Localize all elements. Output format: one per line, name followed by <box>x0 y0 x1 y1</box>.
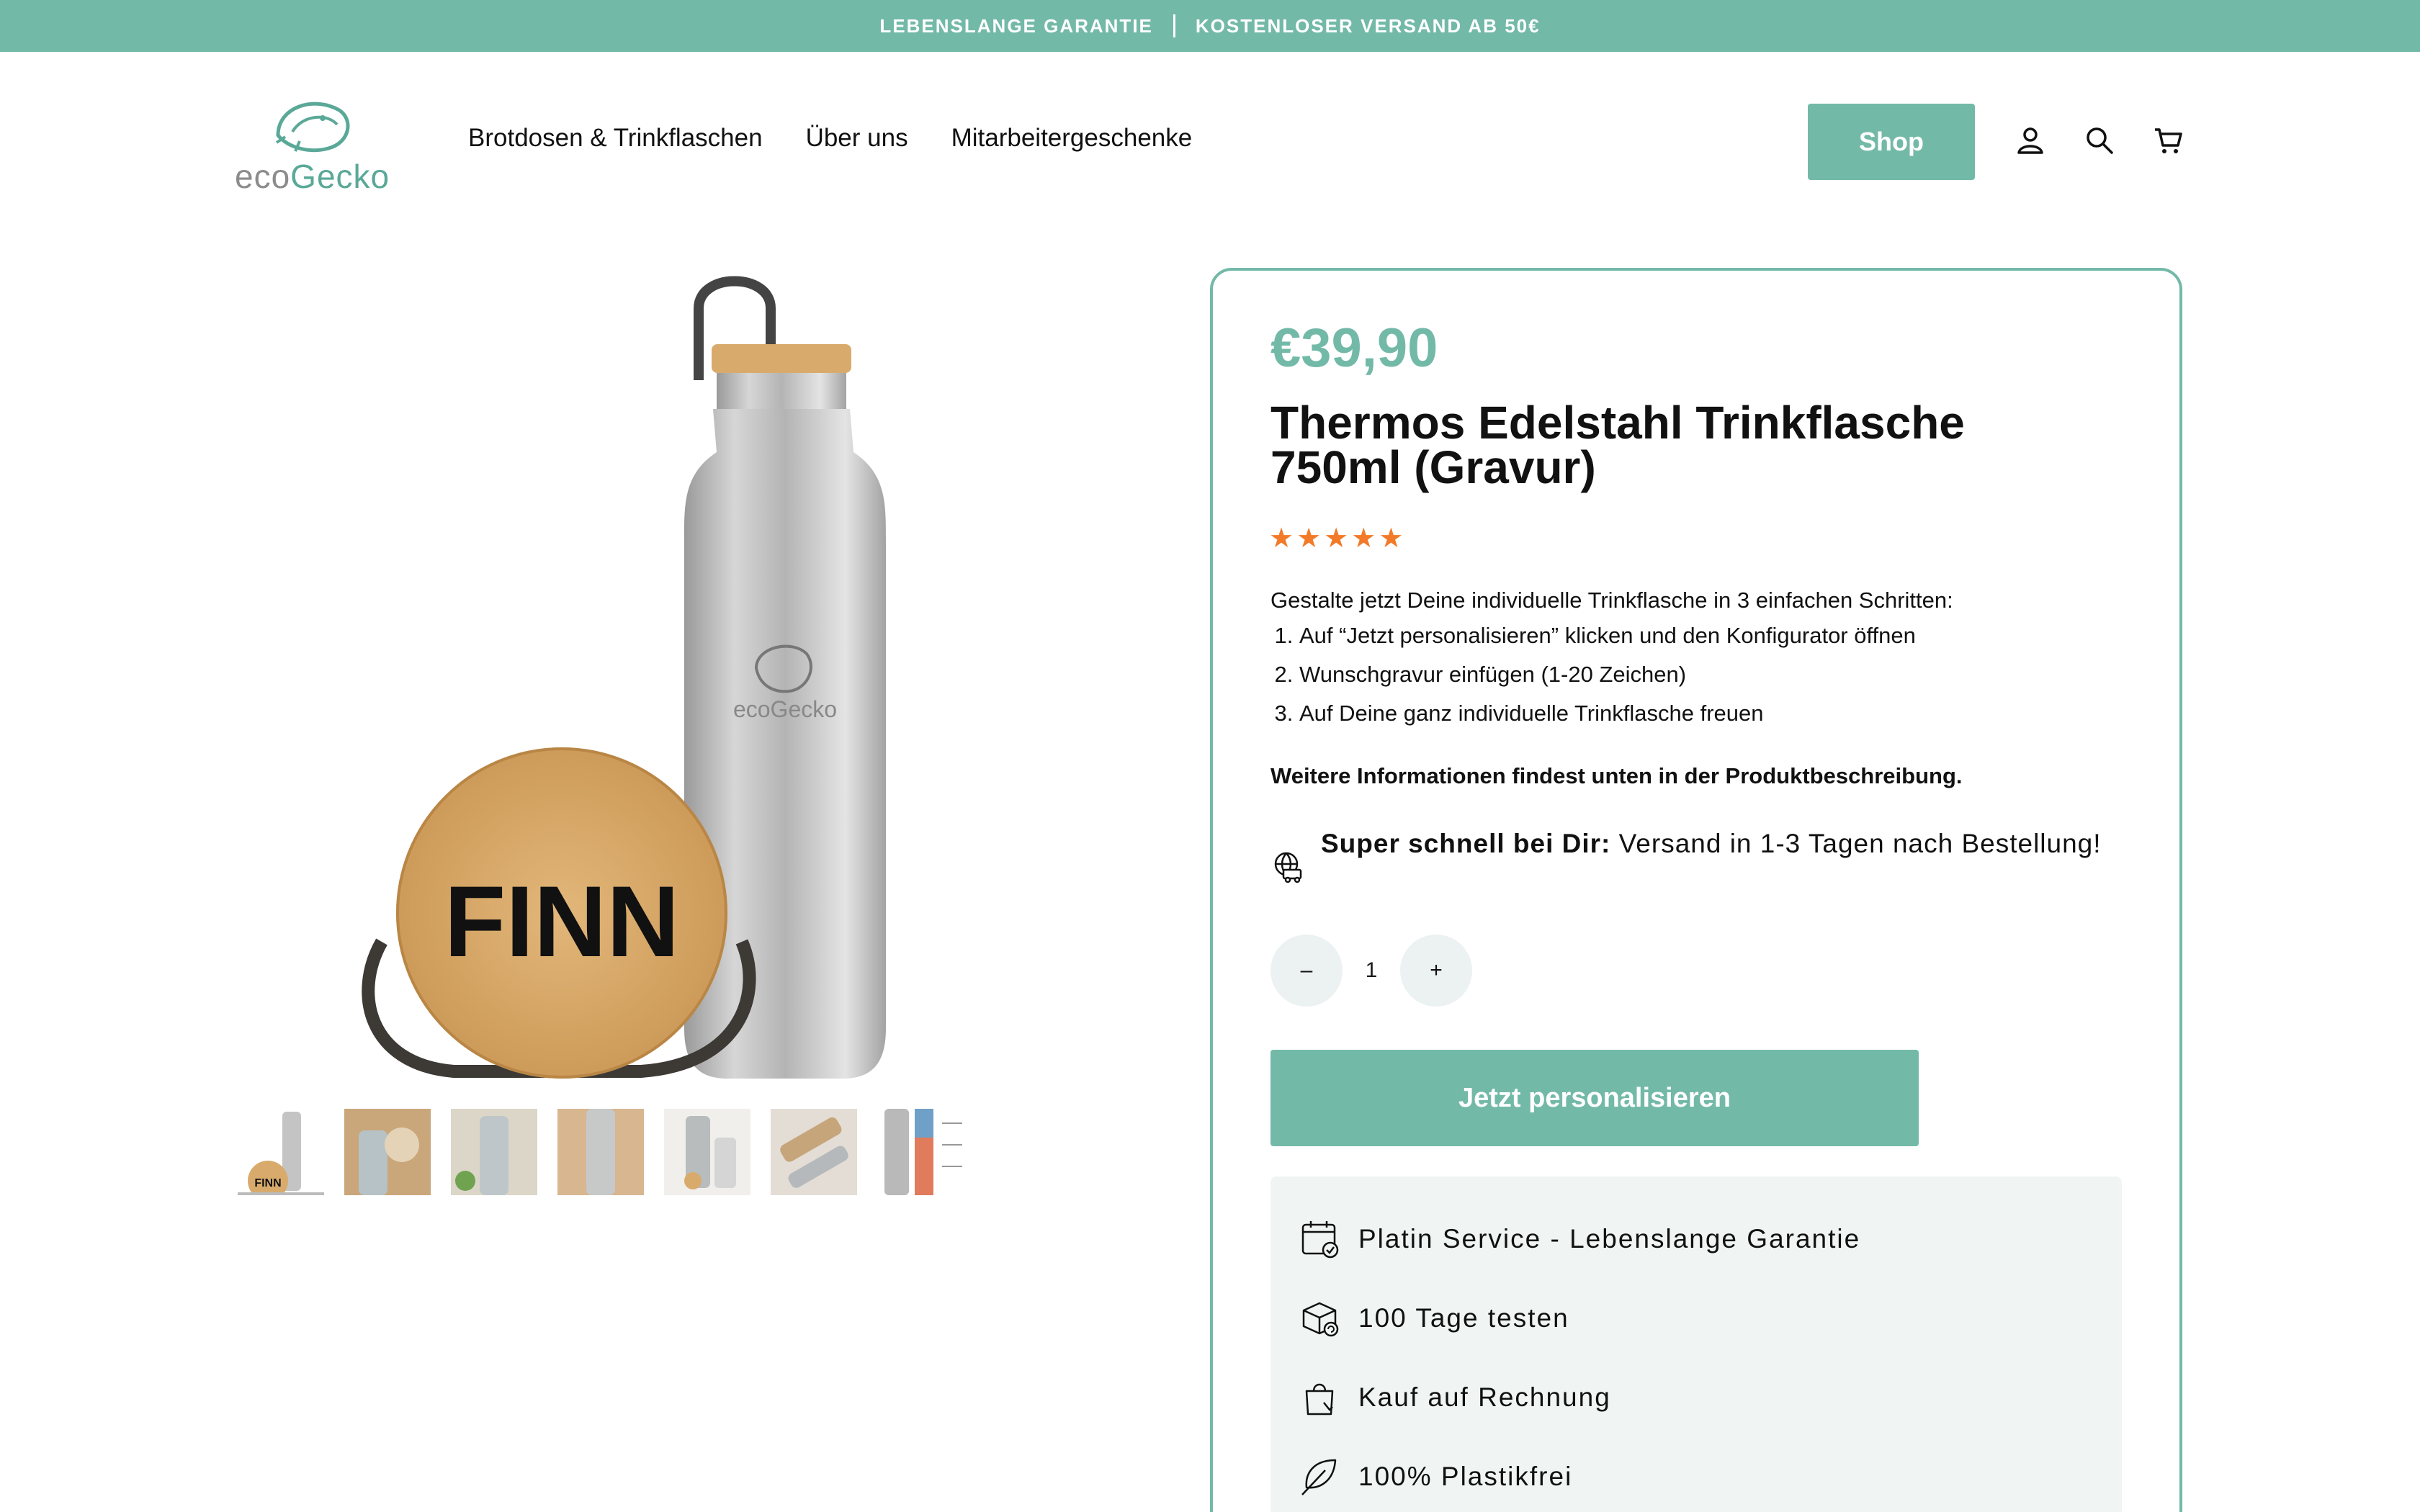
step-3: Auf Deine ganz individuelle Trinkflasche… <box>1299 694 2120 733</box>
feature-plastic-free-label: 100% Plastikfrei <box>1358 1462 1573 1491</box>
shipping-rest: Versand in 1-3 Tagen nach Bestellung! <box>1610 829 2102 858</box>
shipping-text: Super schnell bei Dir: Versand in 1-3 Ta… <box>1321 824 2102 864</box>
svg-text:ecoGecko: ecoGecko <box>733 696 837 722</box>
feature-invoice: Kauf auf Rechnung <box>1299 1377 1611 1418</box>
nav-item-ueber-uns[interactable]: Über uns <box>806 124 908 153</box>
feature-trial: 100 Tage testen <box>1299 1297 1569 1339</box>
brand-gecko: Gecko <box>290 158 390 195</box>
shop-button[interactable]: Shop <box>1808 104 1975 180</box>
nav-item-mitarbeitergeschenke[interactable]: Mitarbeitergeschenke <box>951 124 1193 153</box>
gecko-logo-icon <box>275 102 350 153</box>
thumbnail-6[interactable] <box>771 1109 857 1195</box>
announcement-bar: LEBENSLANGE GARANTIE KOSTENLOSER VERSAND… <box>0 0 2420 52</box>
feature-warranty-label: Platin Service - Lebenslange Garantie <box>1358 1224 1861 1254</box>
feature-warranty: Platin Service - Lebenslange Garantie <box>1299 1218 1860 1260</box>
search-icon[interactable] <box>2083 124 2116 157</box>
star-icon: ★ <box>1379 523 1404 554</box>
nav-item-brotdosen[interactable]: Brotdosen & Trinkflaschen <box>468 124 763 153</box>
star-icon: ★ <box>1351 523 1376 554</box>
delivery-globe-icon <box>1274 852 1302 883</box>
product-main-image[interactable]: ecoGecko FINN <box>339 265 886 1094</box>
features-box: Platin Service - Lebenslange Garantie 10… <box>1270 1176 2122 1512</box>
more-info-text: Weitere Informationen findest unten in d… <box>1270 763 1963 788</box>
product-description: Gestalte jetzt Deine individuelle Trinkf… <box>1270 585 2120 733</box>
brand-wordmark: ecoGecko <box>235 157 390 196</box>
calendar-check-icon <box>1301 1221 1339 1259</box>
thumbnail-4[interactable] <box>557 1109 644 1195</box>
star-icon: ★ <box>1296 523 1322 554</box>
announcement-guarantee: LEBENSLANGE GARANTIE <box>879 14 1153 37</box>
personalize-button[interactable]: Jetzt personalisieren <box>1270 1050 1919 1146</box>
quantity-stepper: – 1 + <box>1270 935 1472 1007</box>
thumbnail-7[interactable] <box>877 1109 964 1195</box>
shipping-info: Super schnell bei Dir: Versand in 1-3 Ta… <box>1270 824 2135 884</box>
product-price: €39,90 <box>1270 318 1438 379</box>
thumbnail-3[interactable] <box>451 1109 537 1195</box>
star-icon: ★ <box>1324 523 1349 554</box>
product-title-line-1: Thermos Edelstahl Trinkflasche <box>1270 397 1965 449</box>
shopping-bag-icon <box>1305 1383 1334 1416</box>
svg-text:FINN: FINN <box>254 1177 281 1189</box>
product-title: Thermos Edelstahl Trinkflasche 750ml (Gr… <box>1270 400 2135 490</box>
star-icon: ★ <box>1269 523 1294 554</box>
description-intro: Gestalte jetzt Deine individuelle Trinkf… <box>1270 588 1953 613</box>
main-nav: Brotdosen & Trinkflaschen Über uns Mitar… <box>468 124 1235 153</box>
thumbnail-1[interactable]: FINN <box>238 1109 324 1195</box>
product-title-line-2: 750ml (Gravur) <box>1270 441 1596 493</box>
qty-increase-button[interactable]: + <box>1400 935 1472 1007</box>
qty-value[interactable]: 1 <box>1343 958 1400 983</box>
rating-stars[interactable]: ★ ★ ★ ★ ★ <box>1269 524 1403 553</box>
step-1: Auf “Jetzt personalisieren” klicken und … <box>1299 616 2120 655</box>
feature-trial-label: 100 Tage testen <box>1358 1303 1569 1333</box>
announcement-divider <box>1173 14 1175 37</box>
steps-list: Auf “Jetzt personalisieren” klicken und … <box>1299 616 2120 733</box>
leaf-icon <box>1301 1459 1337 1495</box>
thumbnail-5[interactable] <box>664 1109 750 1195</box>
qty-decrease-button[interactable]: – <box>1270 935 1343 1007</box>
thumbnail-2[interactable] <box>344 1109 431 1195</box>
engraving-text: FINN <box>444 865 680 978</box>
announcement-shipping: KOSTENLOSER VERSAND AB 50€ <box>1195 14 1541 37</box>
feature-plastic-free: 100% Plastikfrei <box>1299 1456 1572 1498</box>
step-2: Wunschgravur einfügen (1-20 Zeichen) <box>1299 655 2120 694</box>
brand-logo[interactable]: ecoGecko <box>235 92 390 196</box>
account-icon[interactable] <box>2014 124 2047 157</box>
shipping-bold: Super schnell bei Dir: <box>1321 829 1611 858</box>
cart-icon[interactable] <box>2152 124 2185 157</box>
feature-invoice-label: Kauf auf Rechnung <box>1358 1382 1611 1412</box>
box-return-icon <box>1302 1302 1339 1337</box>
brand-eco: eco <box>235 158 291 195</box>
thumbnail-strip: FINN <box>238 1109 964 1195</box>
